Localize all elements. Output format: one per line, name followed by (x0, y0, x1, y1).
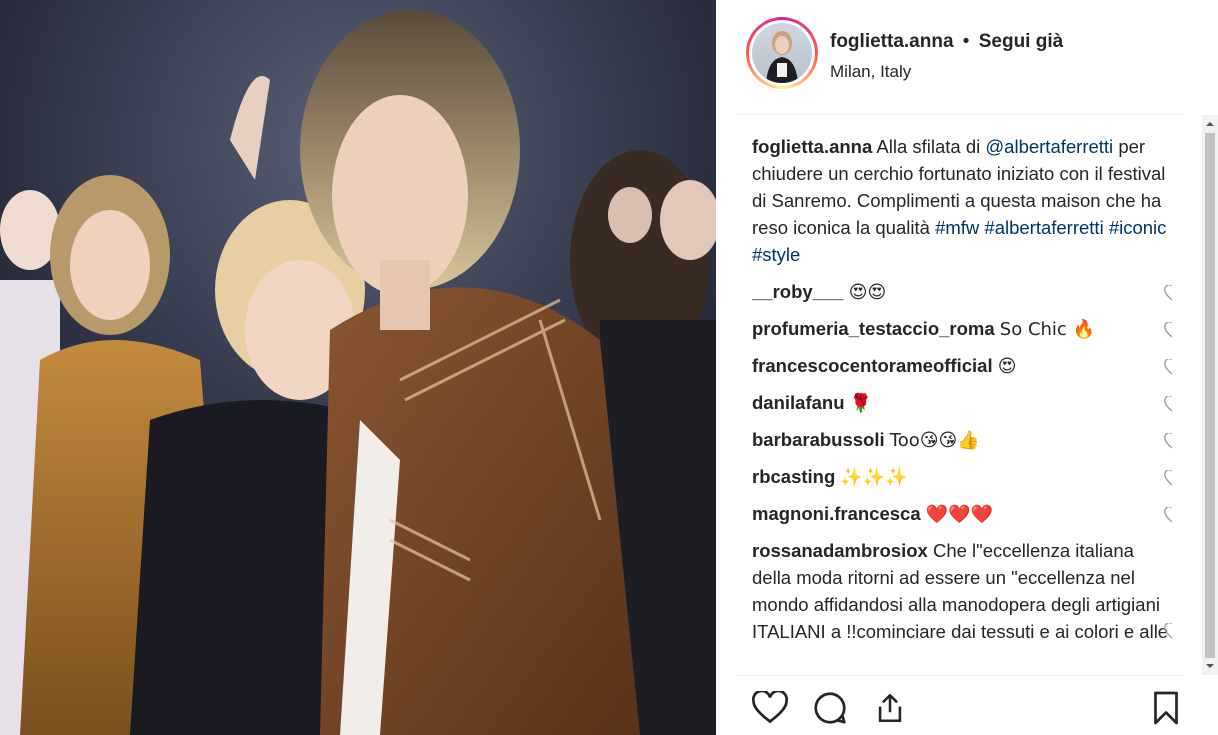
divider (736, 675, 1184, 676)
comment-item: rbcasting ✨✨✨ (752, 463, 1172, 491)
comment-username[interactable]: francescocentorameofficial (752, 355, 993, 376)
divider (736, 114, 1184, 115)
comment-username[interactable]: rbcasting (752, 466, 835, 487)
bookmark-icon (1154, 691, 1178, 725)
like-button[interactable] (750, 688, 790, 728)
comment-username[interactable]: magnoni.francesca (752, 503, 921, 524)
heart-icon (752, 691, 788, 724)
avatar-story-ring[interactable] (746, 17, 818, 89)
share-button[interactable] (870, 688, 910, 728)
scroll-up-arrow-icon[interactable] (1202, 117, 1218, 131)
comment-username[interactable]: danilafanu (752, 392, 845, 413)
avatar-person-icon (766, 31, 798, 83)
comment-username[interactable]: __roby___ (752, 281, 844, 302)
post-panel: foglietta.anna • Segui già Milan, Italy … (716, 0, 1218, 735)
avatar-image (752, 23, 812, 83)
comments-list: foglietta.anna Alla sfilata di @albertaf… (752, 133, 1172, 663)
header-username-row: foglietta.anna • Segui già (830, 31, 1063, 53)
heart-icon[interactable] (1164, 322, 1172, 340)
separator-dot: • (962, 31, 970, 52)
comment-text: 😍 (997, 356, 1017, 377)
follow-status-button[interactable]: Segui già (979, 31, 1063, 52)
comment-username[interactable]: barbarabussoli (752, 429, 885, 450)
comment-username[interactable]: rossanadambrosiox (752, 540, 928, 561)
save-button[interactable] (1146, 688, 1186, 728)
avatar[interactable] (749, 20, 815, 86)
comment-username[interactable]: profumeria_testaccio_roma (752, 318, 995, 339)
comment-item: barbarabussoli Too😘😘👍 (752, 426, 1172, 454)
scroll-down-arrow-icon[interactable] (1202, 659, 1218, 673)
comment-icon (814, 692, 846, 724)
comment-item: profumeria_testaccio_roma So Chic 🔥 (752, 315, 1172, 343)
heart-icon[interactable] (1164, 470, 1172, 488)
heart-icon[interactable] (1164, 285, 1172, 303)
share-icon (878, 693, 902, 723)
post-username[interactable]: foglietta.anna (830, 31, 954, 52)
comment-text: 🌹 (849, 393, 873, 414)
comment-button[interactable] (810, 688, 850, 728)
comment-item: francescocentorameofficial 😍 (752, 352, 1172, 380)
heart-icon[interactable] (1164, 433, 1172, 451)
comments-scrollbar[interactable] (1202, 115, 1218, 675)
comment-item: magnoni.francesca ❤️❤️❤️ (752, 500, 1172, 528)
action-bar (716, 684, 1218, 732)
comment-text: So Chic 🔥 (999, 319, 1095, 340)
scrollbar-thumb[interactable] (1205, 133, 1215, 658)
post-photo[interactable] (0, 0, 716, 735)
post-header: foglietta.anna • Segui già Milan, Italy (716, 0, 1218, 113)
comment-item: __roby___ 😍😍 (752, 278, 1172, 306)
comment-item: danilafanu 🌹 (752, 389, 1172, 417)
caption-text-before: Alla sfilata di (876, 136, 981, 157)
heart-icon[interactable] (1164, 623, 1172, 641)
comment-text: ❤️❤️❤️ (925, 504, 994, 525)
comment-item: rossanadambrosiox Che l"eccellenza itali… (752, 537, 1172, 645)
comment-text: 😍😍 (848, 282, 887, 303)
caption-mention-link[interactable]: @albertaferretti (985, 136, 1113, 157)
caption: foglietta.anna Alla sfilata di @albertaf… (752, 133, 1172, 268)
heart-icon[interactable] (1164, 396, 1172, 414)
comment-text: Too😘😘👍 (889, 430, 980, 451)
post-location[interactable]: Milan, Italy (830, 62, 911, 82)
caption-username[interactable]: foglietta.anna (752, 136, 872, 157)
heart-icon[interactable] (1164, 359, 1172, 377)
photo-illustration (0, 0, 716, 735)
heart-icon[interactable] (1164, 507, 1172, 525)
comment-text: ✨✨✨ (840, 467, 908, 488)
